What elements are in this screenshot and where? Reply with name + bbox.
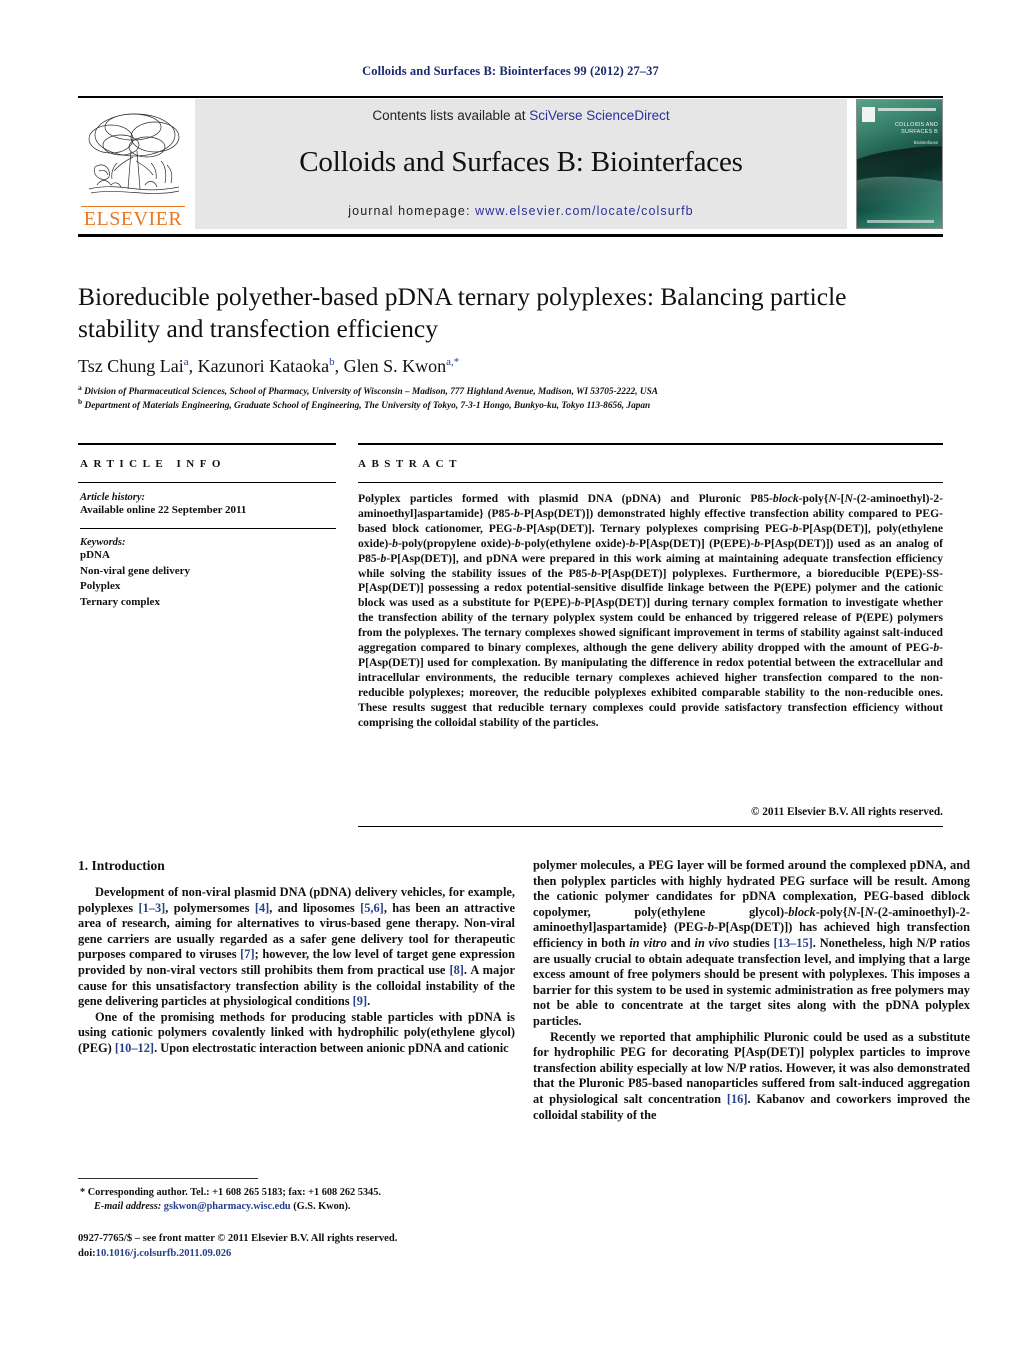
journal-cover-thumbnail: COLLOIDS AND SURFACES B Biointerfaces xyxy=(856,99,943,229)
corresponding-author-note: * Corresponding author. Tel.: +1 608 265… xyxy=(80,1186,517,1214)
doi-link[interactable]: 10.1016/j.colsurfb.2011.09.026 xyxy=(96,1248,232,1259)
elsevier-logo: ELSEVIER xyxy=(78,99,188,229)
keywords-label: Keywords: xyxy=(80,537,126,549)
banner-top-rule xyxy=(78,96,943,98)
contents-line: Contents lists available at SciVerse Sci… xyxy=(372,108,669,123)
affiliation-b: b Department of Materials Engineering, G… xyxy=(78,397,651,412)
keyword-item: Polyplex xyxy=(80,580,121,593)
cover-subtitle: Biointerfaces xyxy=(913,140,938,145)
email-label: E-mail address: xyxy=(94,1201,162,1212)
elsevier-tree-icon xyxy=(88,113,180,194)
abstract-mid-rule xyxy=(358,482,943,484)
keyword-item: Ternary complex xyxy=(80,595,160,608)
homepage-url-link[interactable]: www.elsevier.com/locate/colsurfb xyxy=(475,204,694,218)
citation-ref[interactable]: [1–3] xyxy=(138,901,165,915)
abstract-copyright: © 2011 Elsevier B.V. All rights reserved… xyxy=(750,806,943,818)
paragraph: Development of non-viral plasmid DNA (pD… xyxy=(78,885,516,1009)
article-info-heading: ARTICLE INFO xyxy=(80,458,226,470)
email-suffix: (G.S. Kwon). xyxy=(293,1201,351,1212)
citation-ref[interactable]: [13–15] xyxy=(774,936,813,950)
paragraph: One of the promising methods for produci… xyxy=(78,1009,515,1055)
footnote-rule xyxy=(78,1178,258,1179)
sciencedirect-link[interactable]: SciVerse ScienceDirect xyxy=(529,108,669,123)
issn-line: 0927-7765/$ – see front matter © 2011 El… xyxy=(78,1233,398,1244)
article-info-column: Article history: Available online 22 Sep… xyxy=(80,492,336,610)
cover-elsevier-mark xyxy=(862,107,875,122)
keyword-item: pDNA xyxy=(80,549,110,562)
paper-page: Colloids and Surfaces B: Biointerfaces 9… xyxy=(0,0,1021,1351)
doi-label: doi: xyxy=(78,1247,96,1259)
journal-title: Colloids and Surfaces B: Biointerfaces xyxy=(299,146,743,178)
citation-ref[interactable]: [9] xyxy=(353,994,367,1008)
banner-bottom-rule xyxy=(78,234,943,237)
citation-ref[interactable]: [7] xyxy=(240,947,254,961)
cover-swirl-lower xyxy=(857,171,942,221)
info-mid-rule xyxy=(78,482,336,484)
citation-ref[interactable]: [10–12] xyxy=(115,1041,154,1055)
contents-prefix: Contents lists available at xyxy=(372,108,530,123)
doi-line: doi:10.1016/j.colsurfb.2011.09.026 xyxy=(78,1247,538,1262)
author-2: Kazunori Kataokab xyxy=(197,356,335,376)
abstract-body: Polyplex particles formed with plasmid D… xyxy=(358,492,944,729)
info-divider-rule xyxy=(80,528,336,530)
paragraph: Recently we reported that amphiphilic Pl… xyxy=(533,1029,970,1122)
body-column-left: Development of non-viral plasmid DNA (pD… xyxy=(78,885,515,1057)
body-column-right: polymer molecules, a PEG layer will be f… xyxy=(533,858,970,1123)
paragraph: polymer molecules, a PEG layer will be f… xyxy=(533,858,970,1028)
author-1: Tsz Chung Laia xyxy=(78,356,189,376)
article-history-label: Article history: xyxy=(80,492,146,503)
cover-top-rule xyxy=(878,108,936,111)
info-top-rule xyxy=(78,443,336,445)
email-line: E-mail address: gskwon@pharmacy.wisc.edu… xyxy=(80,1200,517,1214)
author-list: Tsz Chung Laia, Kazunori Kataokab, Glen … xyxy=(78,356,460,376)
citation-ref[interactable]: [5,6] xyxy=(360,901,384,915)
abstract-bottom-rule xyxy=(358,826,943,828)
journal-banner: ELSEVIER Contents lists available at Sci… xyxy=(78,99,943,229)
citation-ref[interactable]: [16] xyxy=(727,1092,748,1106)
abstract-heading: ABSTRACT xyxy=(358,458,462,470)
journal-gray-band: Contents lists available at SciVerse Sci… xyxy=(195,99,847,229)
cover-bottom-rule xyxy=(867,220,934,223)
abstract-top-rule xyxy=(358,443,943,445)
cover-title: COLLOIDS AND SURFACES B xyxy=(894,122,938,135)
corresponding-line: * Corresponding author. Tel.: +1 608 265… xyxy=(80,1187,381,1198)
elsevier-wordmark: ELSEVIER xyxy=(81,206,185,229)
citation-ref[interactable]: [8] xyxy=(449,963,463,977)
email-address-link[interactable]: gskwon@pharmacy.wisc.edu xyxy=(164,1201,291,1212)
keyword-item: Non-viral gene delivery xyxy=(80,564,190,577)
running-head: Colloids and Surfaces B: Biointerfaces 9… xyxy=(362,64,659,78)
affiliation-b-text: Department of Materials Engineering, Gra… xyxy=(84,401,651,412)
citation-ref[interactable]: [4] xyxy=(255,901,269,915)
article-title: Bioreducible polyether-based pDNA ternar… xyxy=(78,282,847,343)
issn-block: 0927-7765/$ – see front matter © 2011 El… xyxy=(78,1232,538,1261)
homepage-prefix: journal homepage: xyxy=(348,204,476,218)
article-history-value: Available online 22 September 2011 xyxy=(80,504,247,516)
homepage-line: journal homepage: www.elsevier.com/locat… xyxy=(348,204,693,218)
section-heading-introduction: 1. Introduction xyxy=(78,858,165,873)
author-3: Glen S. Kwona,* xyxy=(343,356,460,376)
